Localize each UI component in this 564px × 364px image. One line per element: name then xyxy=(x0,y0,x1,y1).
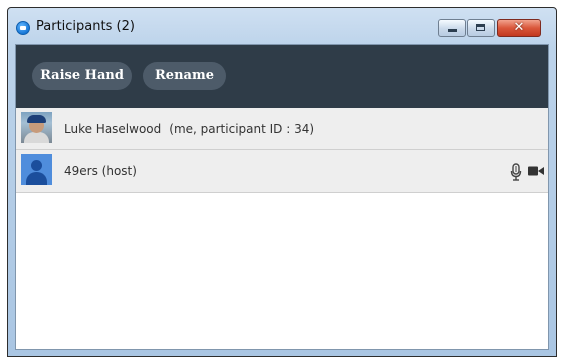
maximize-button[interactable] xyxy=(467,19,495,37)
participants-toolbar: Raise Hand Rename xyxy=(16,45,548,108)
participants-panel: Raise Hand Rename Luke Haselwood (me, par… xyxy=(15,44,549,350)
zoom-app-icon xyxy=(16,21,30,35)
minimize-icon xyxy=(448,29,457,32)
participant-detail: (me, participant ID : 34) xyxy=(169,122,315,136)
maximize-icon xyxy=(476,24,485,31)
photo-avatar xyxy=(21,112,52,143)
default-user-avatar xyxy=(21,154,52,185)
window-title: Participants (2) xyxy=(36,19,135,34)
minimize-button[interactable] xyxy=(438,19,466,37)
raise-hand-button[interactable]: Raise Hand xyxy=(32,62,132,90)
participant-list: Luke Haselwood (me, participant ID : 34) … xyxy=(16,108,548,193)
participants-window: Participants (2) ✕ Raise Hand Rename Luk… xyxy=(7,7,557,357)
screen: Participants (2) ✕ Raise Hand Rename Luk… xyxy=(0,0,564,364)
participant-name-text: Luke Haselwood xyxy=(64,122,162,136)
title-bar[interactable]: Participants (2) ✕ xyxy=(8,8,556,44)
participant-row-self[interactable]: Luke Haselwood (me, participant ID : 34) xyxy=(16,108,548,150)
rename-button[interactable]: Rename xyxy=(143,62,226,90)
participant-row-host[interactable]: 49ers (host) xyxy=(16,150,548,193)
close-icon: ✕ xyxy=(513,20,525,35)
participant-name: 49ers (host) xyxy=(64,164,137,178)
microphone-icon[interactable] xyxy=(510,163,522,181)
close-button[interactable]: ✕ xyxy=(497,19,541,37)
video-camera-icon[interactable] xyxy=(528,166,544,176)
participant-name: Luke Haselwood (me, participant ID : 34) xyxy=(64,121,314,137)
